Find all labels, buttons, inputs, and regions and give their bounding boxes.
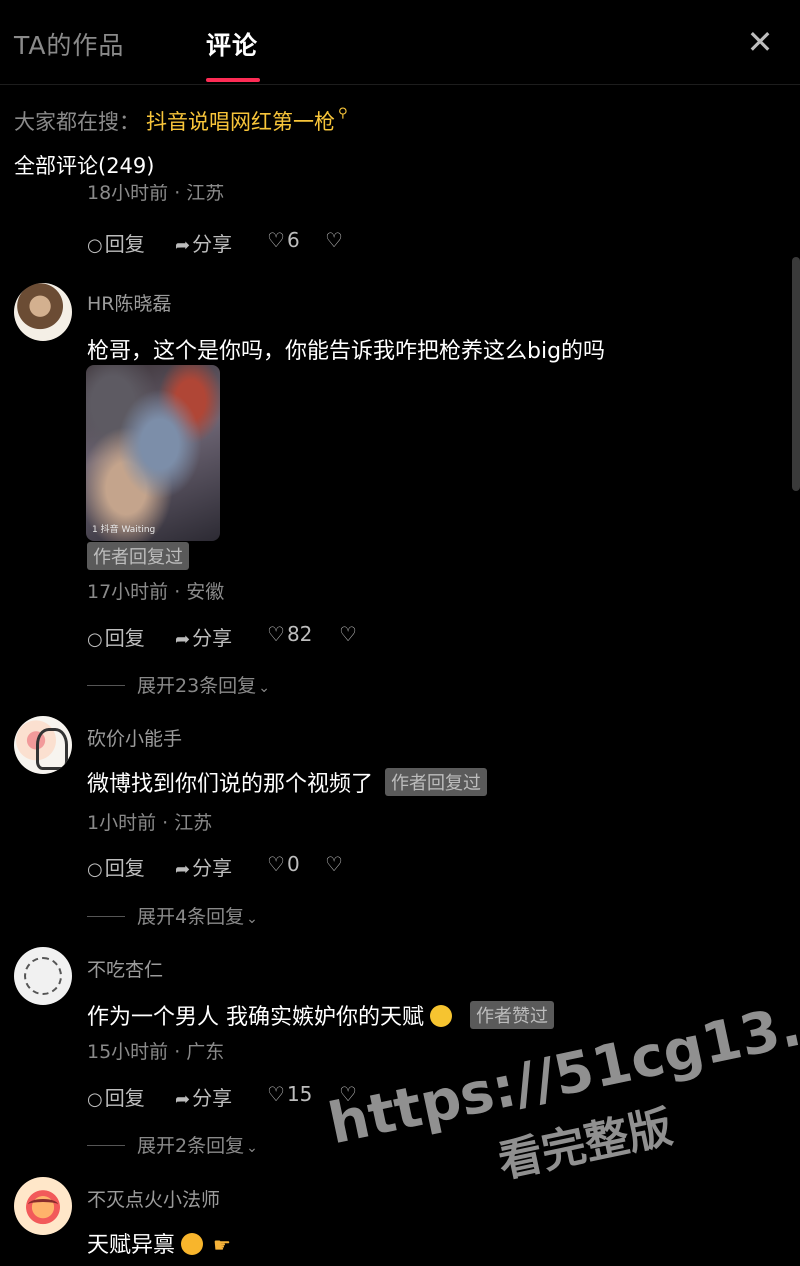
- like-count: 15: [286, 1082, 313, 1106]
- heart-icon: ♡: [267, 852, 285, 876]
- expand-replies[interactable]: 展开4条回复 ⌄: [87, 902, 258, 929]
- comment-text: 天赋异禀: [87, 1233, 176, 1258]
- share-button[interactable]: ➦ 分享: [175, 1082, 232, 1111]
- dislike-button[interactable]: ♡: [325, 228, 343, 252]
- comment-text-row: 微博找到你们说的那个视频了 作者回复过: [87, 766, 488, 798]
- broken-heart-icon: ♡: [325, 852, 343, 876]
- heart-icon: ♡: [267, 622, 285, 646]
- like-button[interactable]: ♡ 82: [267, 622, 312, 646]
- comment-text: 微博找到你们说的那个视频了: [87, 772, 374, 797]
- expand-divider: [87, 916, 125, 917]
- expand-divider: [87, 685, 125, 686]
- comment-username[interactable]: 砍价小能手: [87, 724, 182, 751]
- avatar[interactable]: [14, 716, 72, 774]
- dislike-button[interactable]: ♡: [339, 1082, 357, 1106]
- broken-heart-icon: ♡: [339, 622, 357, 646]
- comment-meta: 17小时前 · 安徽: [87, 581, 225, 603]
- expand-divider: [87, 1145, 125, 1146]
- author-replied-badge: 作者回复过: [87, 542, 189, 570]
- comment-username[interactable]: HR陈晓磊: [87, 289, 172, 316]
- expand-replies[interactable]: 展开23条回复 ⌄: [87, 671, 270, 698]
- search-icon: ⚲: [338, 106, 348, 121]
- like-button[interactable]: ♡ 0: [267, 852, 300, 876]
- reply-button[interactable]: ○ 回复: [87, 622, 145, 651]
- dislike-button[interactable]: ♡: [339, 622, 357, 646]
- like-button[interactable]: ♡ 15: [267, 1082, 312, 1106]
- reply-button[interactable]: ○ 回复: [87, 1082, 145, 1111]
- comment-image[interactable]: 1 抖音 Waiting: [86, 365, 220, 541]
- grimace-emoji-icon: [430, 1005, 452, 1027]
- partial-comment-meta: 18小时前 · 江苏: [87, 184, 225, 204]
- like-button[interactable]: ♡ 6: [267, 228, 300, 252]
- laughing-emoji-icon: [181, 1233, 204, 1255]
- chevron-down-icon: ⌄: [246, 1140, 258, 1156]
- top-tab-bar: TA的作品 评论 ✕: [0, 0, 800, 85]
- comment-image-caption: 1 抖音 Waiting: [92, 525, 156, 535]
- share-icon: ➦: [175, 235, 191, 256]
- comment-count-title: 全部评论(249): [14, 154, 155, 178]
- expand-replies[interactable]: 展开2条回复 ⌄: [87, 1131, 258, 1158]
- like-count: 82: [286, 622, 313, 646]
- author-liked-badge: 作者赞过: [470, 1001, 554, 1029]
- comment-meta: 1小时前 · 江苏: [87, 812, 213, 834]
- reply-icon: ○: [87, 1089, 103, 1110]
- broken-heart-icon: ♡: [339, 1082, 357, 1106]
- search-suggestion-term[interactable]: 抖音说唱网红第一枪: [146, 110, 335, 134]
- share-icon: ➦: [175, 1089, 191, 1110]
- heart-icon: ♡: [267, 228, 285, 252]
- reply-button[interactable]: ○ 回复: [87, 852, 145, 881]
- avatar[interactable]: [14, 1177, 72, 1235]
- like-count: 0: [286, 852, 300, 876]
- avatar[interactable]: [14, 947, 72, 1005]
- search-suggestion-prefix: 大家都在搜：: [14, 110, 140, 134]
- author-replied-badge: 作者回复过: [385, 768, 488, 796]
- search-suggestion[interactable]: 大家都在搜： 抖音说唱网红第一枪 ⚲: [14, 106, 348, 136]
- dislike-button[interactable]: ♡: [325, 852, 343, 876]
- reply-icon: ○: [87, 235, 103, 256]
- watermark-text: 看完整版: [493, 1101, 677, 1188]
- comment-text: 作为一个男人 我确实嫉妒你的天赋: [87, 1005, 424, 1030]
- heart-icon: ♡: [267, 1082, 285, 1106]
- chevron-down-icon: ⌄: [246, 911, 258, 927]
- scrollbar-thumb[interactable]: [792, 257, 800, 491]
- share-button[interactable]: ➦ 分享: [175, 852, 232, 881]
- pointing-hand-emoji-icon: ☛: [213, 1233, 231, 1257]
- comment-text-row: 天赋异禀 ☛: [87, 1227, 231, 1259]
- reply-button[interactable]: ○ 回复: [87, 228, 145, 257]
- share-icon: ➦: [175, 859, 191, 880]
- active-tab-indicator: [206, 78, 260, 82]
- comment-username[interactable]: 不灭点火小法师: [87, 1185, 220, 1212]
- share-button[interactable]: ➦ 分享: [175, 622, 232, 651]
- like-count: 6: [286, 228, 300, 252]
- tab-works[interactable]: TA的作品: [14, 26, 124, 62]
- comment-text-row: 作为一个男人 我确实嫉妒你的天赋 作者赞过: [87, 999, 554, 1031]
- reply-icon: ○: [87, 629, 103, 650]
- broken-heart-icon: ♡: [325, 228, 343, 252]
- comment-text: 枪哥，这个是你吗，你能告诉我咋把枪养这么big的吗: [87, 339, 606, 364]
- share-button[interactable]: ➦ 分享: [175, 228, 232, 257]
- avatar[interactable]: [14, 283, 72, 341]
- comment-meta: 15小时前 · 广东: [87, 1041, 225, 1063]
- comment-username[interactable]: 不吃杏仁: [87, 955, 163, 982]
- reply-icon: ○: [87, 859, 103, 880]
- close-icon[interactable]: ✕: [742, 24, 778, 60]
- tab-comments[interactable]: 评论: [206, 26, 258, 62]
- share-icon: ➦: [175, 629, 191, 650]
- chevron-down-icon: ⌄: [258, 680, 270, 696]
